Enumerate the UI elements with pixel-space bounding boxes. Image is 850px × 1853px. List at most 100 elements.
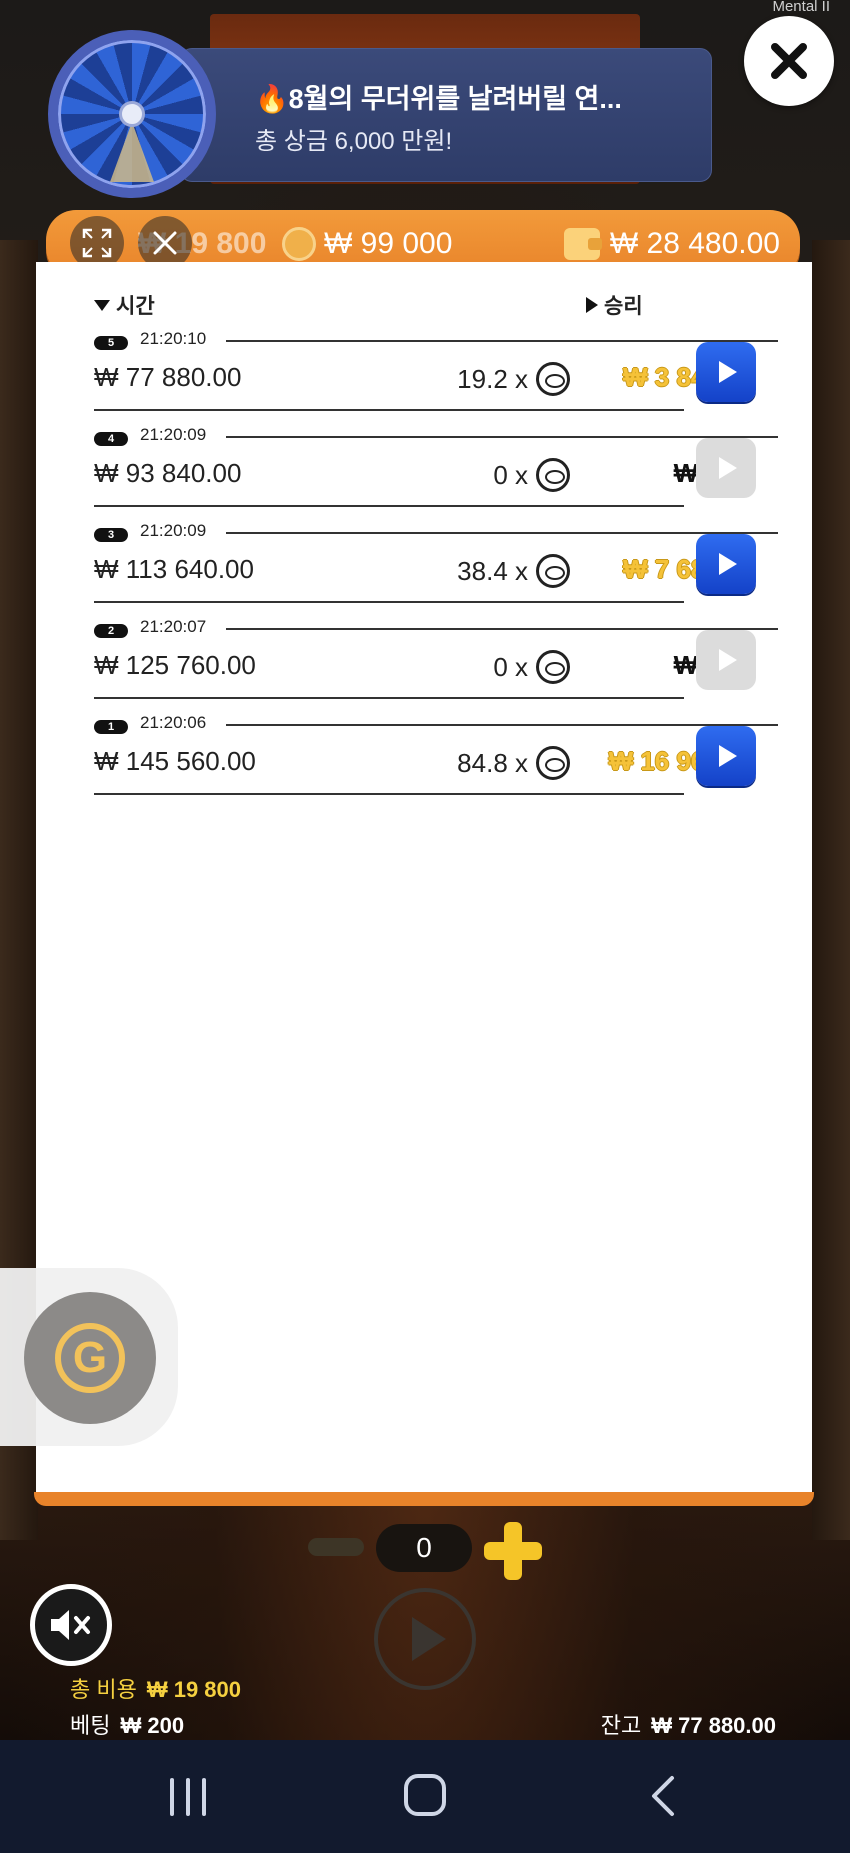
round-multiplier: 84.8 x — [457, 746, 570, 780]
bet-value: ₩ 200 — [120, 1713, 185, 1738]
row-divider — [94, 505, 684, 507]
back-button[interactable] — [648, 1774, 678, 1818]
round-multiplier: 0 x — [493, 650, 570, 684]
plus-icon-vertical — [504, 1522, 522, 1580]
row-divider — [226, 724, 778, 726]
round-index-badge: 4 — [94, 432, 128, 446]
spin-button[interactable] — [374, 1588, 476, 1690]
history-row: 4 21:20:09 ₩ 93 840.00 0 x ₩ 0.00 — [94, 422, 778, 514]
balance-label: 잔고 — [600, 1713, 642, 1738]
row-divider — [94, 601, 684, 603]
history-row: 3 21:20:09 ₩ 113 640.00 38.4 x ₩ 7 680.0… — [94, 518, 778, 610]
history-panel-footer — [34, 1492, 814, 1506]
total-cost: 총 비용 ₩ 19 800 — [70, 1672, 241, 1704]
play-icon — [719, 457, 737, 479]
wheel-hub — [119, 101, 145, 127]
round-balance: ₩ 113 640.00 — [94, 554, 254, 584]
expand-icon — [82, 228, 112, 258]
row-divider — [94, 793, 684, 795]
bet-label: 베팅 — [70, 1713, 111, 1738]
multiplier-value: 84.8 x — [457, 747, 528, 778]
total-cost-label: 총 비용 — [70, 1677, 137, 1702]
header-balance-value: ₩ 28 480.00 — [609, 227, 780, 260]
promo-title: 🔥8월의 무더위를 날려버릴 연... — [255, 84, 622, 114]
replay-button[interactable] — [696, 342, 756, 402]
close-icon — [771, 43, 807, 79]
header-balance: ₩ 28 480.00 — [563, 227, 780, 261]
header-coin-value: ₩ 99 000 — [324, 227, 453, 260]
recents-icon-bar — [202, 1778, 206, 1816]
round-balance: ₩ 125 760.00 — [94, 650, 256, 680]
wheel-pointer — [110, 122, 154, 182]
right-pillar — [812, 240, 850, 1540]
round-time: 21:20:09 — [140, 521, 215, 541]
close-icon — [153, 231, 177, 255]
round-multiplier: 38.4 x — [457, 554, 570, 588]
home-button[interactable] — [404, 1774, 446, 1816]
round-multiplier: 0 x — [493, 458, 570, 492]
play-icon — [719, 745, 737, 767]
history-row: 1 21:20:06 ₩ 145 560.00 84.8 x ₩ 16 960.… — [94, 710, 778, 802]
play-icon — [719, 361, 737, 383]
row-divider — [94, 697, 684, 699]
round-time: 21:20:07 — [140, 617, 215, 637]
recents-icon-bar — [186, 1778, 190, 1816]
coin-icon — [536, 362, 570, 396]
coin-icon — [536, 554, 570, 588]
multiplier-value: 19.2 x — [457, 363, 528, 394]
round-time: 21:20:09 — [140, 425, 215, 445]
replay-button[interactable] — [696, 534, 756, 594]
round-balance: ₩ 145 560.00 — [94, 746, 256, 776]
replay-button-disabled — [696, 630, 756, 690]
round-index-badge: 3 — [94, 528, 128, 542]
recents-icon-bar — [170, 1778, 174, 1816]
round-index-badge: 2 — [94, 624, 128, 638]
round-balance: ₩ 77 880.00 — [94, 362, 242, 392]
multiplier-value: 0 x — [493, 459, 528, 490]
close-promo-button[interactable] — [744, 16, 834, 106]
round-index-badge: 5 — [94, 336, 128, 350]
sort-win-header[interactable]: 승리 — [586, 290, 643, 320]
row-divider — [226, 532, 778, 534]
play-icon — [719, 649, 737, 671]
column-time-label: 시간 — [116, 295, 155, 318]
multiplier-value: 0 x — [493, 651, 528, 682]
play-icon — [719, 553, 737, 575]
row-divider — [226, 628, 778, 630]
play-icon — [412, 1617, 446, 1661]
increase-button[interactable] — [484, 1522, 542, 1580]
system-nav-bar — [0, 1740, 850, 1853]
wallet-icon — [563, 228, 602, 260]
promo-subtitle: 총 상금 6,000 만원! — [255, 128, 453, 155]
recents-button[interactable] — [170, 1778, 206, 1816]
replay-button[interactable] — [696, 726, 756, 786]
balance-value: ₩ 77 880.00 — [651, 1713, 776, 1738]
promo-banner[interactable]: 🔥8월의 무더위를 날려버릴 연... 총 상금 6,000 만원! — [180, 48, 712, 182]
balance-info: 잔고 ₩ 77 880.00 — [601, 1708, 776, 1740]
round-time: 21:20:06 — [140, 713, 215, 733]
round-time: 21:20:10 — [140, 329, 215, 349]
bet-count-display: 0 — [376, 1524, 472, 1572]
corner-label: Mental II — [772, 0, 830, 15]
sort-right-icon — [586, 297, 598, 313]
row-divider — [226, 436, 778, 438]
g-logo-icon: G — [55, 1323, 125, 1393]
history-row: 5 21:20:10 ₩ 77 880.00 19.2 x ₩ 3 840.00 — [94, 326, 778, 418]
row-divider — [226, 340, 778, 342]
sort-time-header[interactable]: 시간 — [94, 290, 155, 320]
replay-button-disabled — [696, 438, 756, 498]
round-multiplier: 19.2 x — [457, 362, 570, 396]
round-index-badge: 1 — [94, 720, 128, 734]
decrease-button[interactable] — [308, 1538, 364, 1556]
multiplier-value: 38.4 x — [457, 555, 528, 586]
floating-g-button[interactable]: G — [24, 1292, 156, 1424]
sort-down-icon — [94, 299, 110, 311]
coin-icon — [536, 746, 570, 780]
speaker-muted-icon — [51, 1610, 90, 1640]
mute-button[interactable] — [30, 1584, 112, 1666]
coin-icon — [536, 650, 570, 684]
prize-wheel-icon[interactable] — [48, 30, 216, 198]
round-balance: ₩ 93 840.00 — [94, 458, 242, 488]
header-coins: ₩ 99 000 — [282, 227, 452, 261]
coin-icon — [282, 227, 316, 261]
